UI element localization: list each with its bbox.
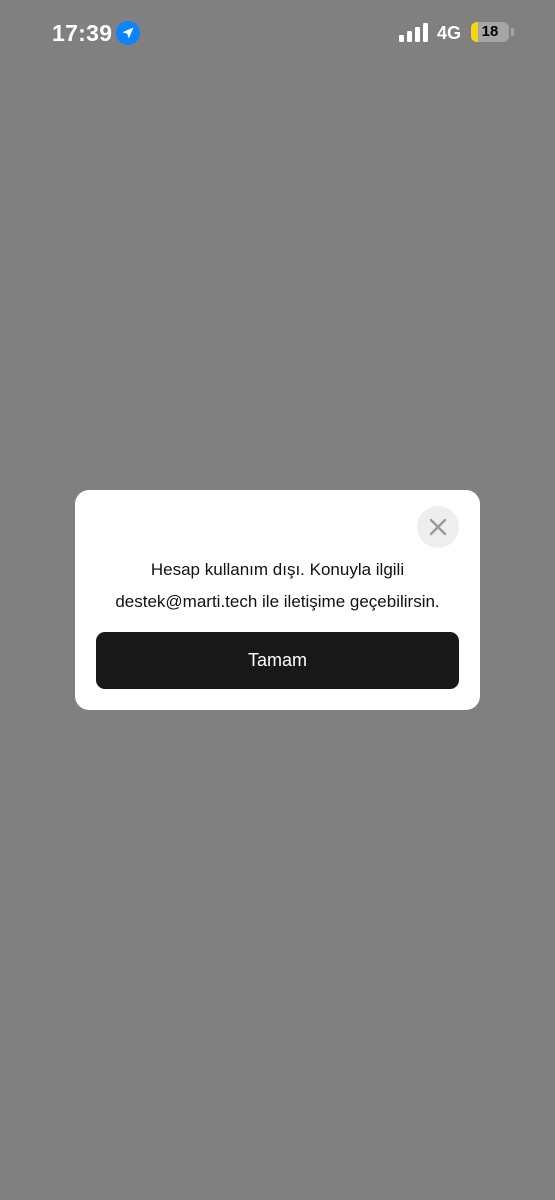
location-arrow-icon (116, 21, 140, 45)
battery-level: 18 (481, 23, 499, 40)
close-icon (429, 518, 447, 536)
dialog-message-line-2: destek@marti.tech ile iletişime geçebili… (115, 592, 440, 611)
cellular-signal-icon (399, 23, 428, 42)
battery-icon: 18 (471, 22, 509, 42)
close-button[interactable] (417, 506, 459, 548)
dialog-message-line-1: Hesap kullanım dışı. Konuyla ilgili (150, 560, 405, 579)
battery-cap (511, 28, 514, 36)
alert-dialog: Hesap kullanım dışı. Konuyla ilgili dest… (75, 490, 480, 710)
status-time: 17:39 (52, 20, 113, 46)
ok-button[interactable]: Tamam (96, 632, 459, 689)
status-bar: 17:39 4G 18 (0, 0, 555, 70)
network-type: 4G (437, 23, 462, 43)
dialog-message: Hesap kullanım dışı. Konuyla ilgili dest… (85, 554, 470, 618)
